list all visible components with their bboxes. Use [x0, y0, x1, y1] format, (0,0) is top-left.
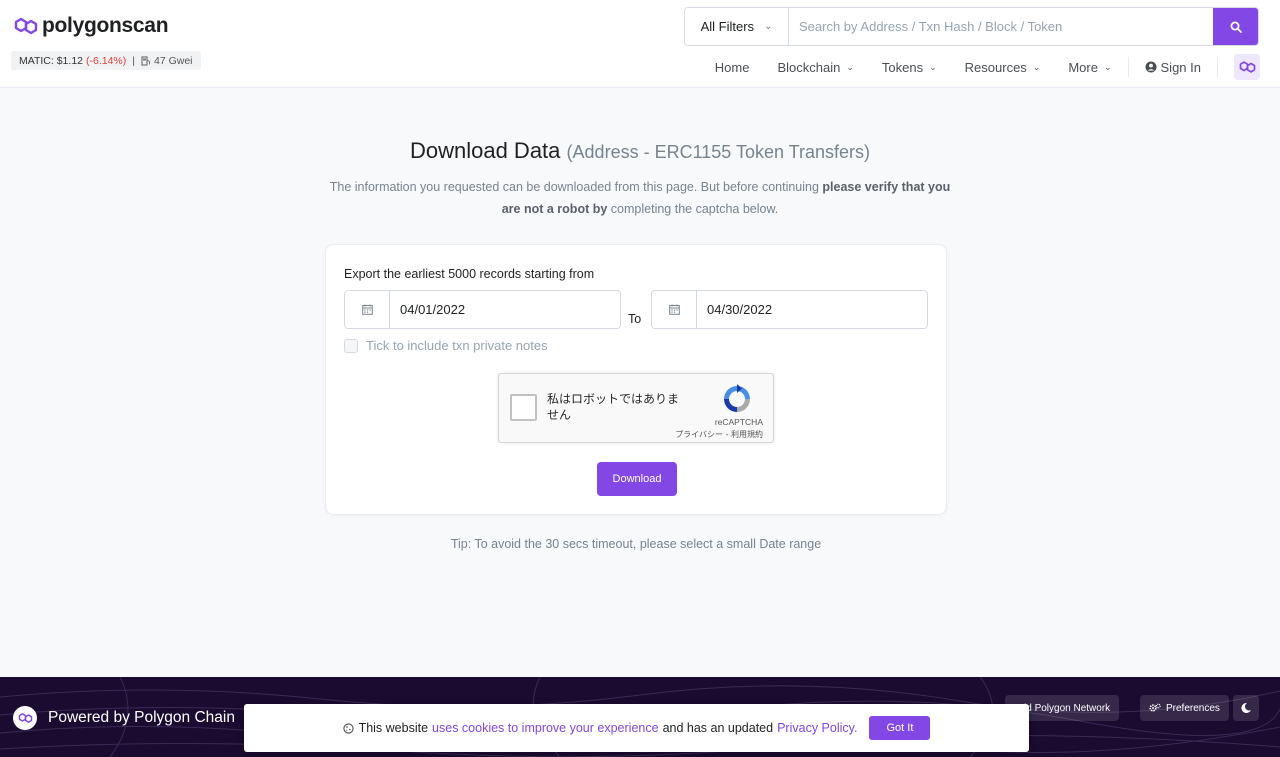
matic-price[interactable]: MATIC: $1.12 [19, 55, 83, 67]
page-title-text: Download Data [409, 138, 561, 163]
network-switch-button[interactable] [1234, 54, 1260, 80]
polygon-logo-icon [1239, 61, 1255, 73]
private-notes-checkbox[interactable] [344, 338, 358, 353]
polygon-logo-icon [14, 17, 38, 35]
nav-tokens[interactable]: Tokens ⌄ [868, 60, 951, 75]
search-button[interactable] [1213, 8, 1258, 45]
nav-home-label: Home [714, 59, 750, 75]
chevron-down-icon: ⌄ [1103, 61, 1112, 72]
calendar-icon [668, 304, 680, 315]
search-icon [1230, 21, 1242, 33]
cookie-text-2: and has an updated [662, 721, 774, 735]
cookie-text-1: This website [358, 721, 429, 735]
chevron-down-icon: ⌄ [764, 21, 773, 32]
private-notes-label: Tick to include txn private notes [366, 338, 548, 353]
cookie-icon [342, 722, 354, 734]
dark-mode-toggle[interactable] [1233, 695, 1259, 721]
got-it-button[interactable]: Got It [869, 716, 931, 740]
preferences-button[interactable]: Preferences [1140, 695, 1229, 721]
private-notes-checkbox-row: Tick to include txn private notes [344, 338, 548, 353]
chevron-down-icon: ⌄ [1032, 61, 1041, 72]
from-date-input[interactable]: 04/01/2022 [390, 291, 620, 328]
intro-text-2: completing the captcha below. [610, 202, 779, 216]
recaptcha-logo-icon [724, 384, 750, 412]
gas-price[interactable]: 47 Gwei [154, 55, 193, 67]
calendar-icon-box[interactable] [652, 291, 697, 328]
user-circle-icon [1145, 61, 1157, 73]
cookie-banner: This website uses cookies to improve you… [244, 704, 1029, 752]
export-label: Export the earliest 5000 records startin… [344, 267, 595, 281]
calendar-icon [361, 304, 373, 315]
to-date-group: 04/30/2022 [651, 290, 928, 329]
search-filter-label: All Filters [700, 19, 755, 34]
from-date-group: 04/01/2022 [344, 290, 621, 329]
powered-by-label: Powered by Polygon Chain [48, 709, 235, 726]
download-button[interactable]: Download [597, 462, 677, 496]
nav-divider [1217, 57, 1218, 77]
powered-by[interactable]: Powered by Polygon Chain [13, 706, 235, 730]
nav-blockchain[interactable]: Blockchain ⌄ [763, 60, 867, 75]
search-filter-dropdown[interactable]: All Filters ⌄ [685, 8, 789, 45]
nav-more[interactable]: More ⌄ [1054, 60, 1125, 75]
recaptcha-links[interactable]: プライバシー - 利用規約 [675, 429, 763, 440]
recaptcha-brand: reCAPTCHA [714, 417, 763, 427]
download-card: Export the earliest 5000 records startin… [325, 244, 947, 515]
price-separator: | [132, 54, 135, 67]
polygonscan-logo[interactable]: polygonscan [14, 14, 169, 38]
recaptcha-label: 私はロボットではありません [547, 392, 680, 422]
to-date-input[interactable]: 04/30/2022 [697, 291, 927, 328]
polygon-badge [13, 706, 37, 730]
nav-resources-label: Resources [964, 59, 1027, 75]
nav-home[interactable]: Home [701, 60, 764, 75]
privacy-policy-link[interactable]: Privacy Policy. [777, 721, 857, 735]
brand-name: polygonscan [42, 14, 169, 37]
search-bar: All Filters ⌄ [684, 7, 1259, 46]
cookie-policy-link[interactable]: uses cookies to improve your experience [432, 721, 659, 735]
cogs-icon [1149, 703, 1161, 712]
main-nav: Home Blockchain ⌄ Tokens ⌄ Resources ⌄ M… [701, 53, 1260, 81]
polygon-logo-icon [18, 713, 32, 723]
gas-pump-icon [141, 55, 150, 66]
nav-divider [1127, 57, 1129, 77]
chevron-down-icon: ⌄ [846, 61, 854, 72]
matic-change: (-6.14%) [86, 54, 127, 67]
recaptcha-checkbox[interactable] [510, 394, 537, 421]
preferences-label: Preferences [1166, 702, 1220, 714]
page-title: Download Data (Address - ERC1155 Token T… [0, 138, 1280, 164]
to-label: To [628, 312, 642, 326]
recaptcha-widget: 私はロボットではありません reCAPTCHA プライバシー - 利用規約 [498, 373, 774, 443]
search-input[interactable] [789, 8, 1213, 45]
sign-in-label: Sign In [1160, 59, 1201, 75]
price-bar: MATIC: $1.12 (-6.14%) | 47 Gwei [11, 51, 201, 70]
nav-more-label: More [1068, 59, 1098, 75]
intro-text: The information you requested can be dow… [320, 176, 960, 220]
calendar-icon-box[interactable] [345, 291, 390, 328]
tip-text: Tip: To avoid the 30 secs timeout, pleas… [450, 537, 822, 551]
header: polygonscan MATIC: $1.12 (-6.14%) | 47 G… [0, 0, 1280, 88]
nav-tokens-label: Tokens [881, 59, 924, 75]
sign-in-link[interactable]: Sign In [1131, 60, 1215, 75]
moon-icon [1241, 702, 1251, 713]
nav-resources[interactable]: Resources ⌄ [951, 60, 1055, 75]
intro-text-1: The information you requested can be dow… [329, 180, 819, 194]
nav-blockchain-label: Blockchain [777, 59, 841, 75]
page-subtitle: (Address - ERC1155 Token Transfers) [566, 142, 871, 162]
chevron-down-icon: ⌄ [929, 61, 937, 72]
